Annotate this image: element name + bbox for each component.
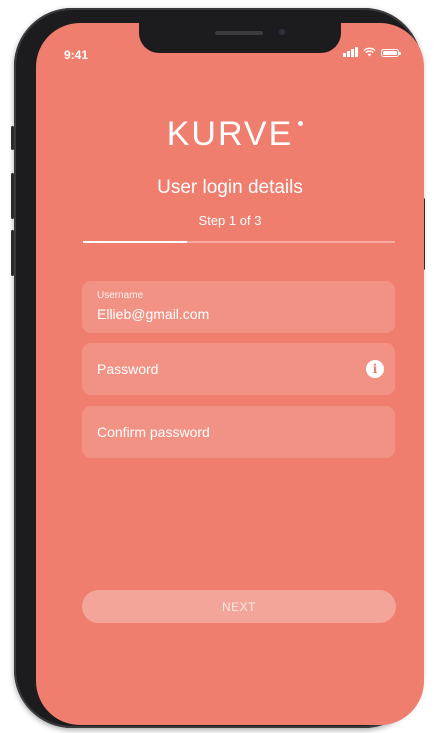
kurve-logo: KURVE xyxy=(36,115,424,154)
notch xyxy=(139,23,341,53)
confirm-password-placeholder: Confirm password xyxy=(97,424,210,440)
wifi-icon xyxy=(362,47,376,57)
battery-icon xyxy=(380,49,401,57)
status-icons xyxy=(343,47,401,57)
volume-down-button xyxy=(11,230,14,276)
username-field[interactable]: Username Ellieb@gmail.com xyxy=(82,281,395,333)
screen: 9:41 KURVE User login details Step 1 of … xyxy=(36,23,424,725)
step-indicator: Step 1 of 3 xyxy=(198,213,262,228)
speaker xyxy=(215,31,263,35)
page-title: User login details xyxy=(157,177,303,198)
side-button xyxy=(11,126,14,150)
password-field[interactable]: Password i xyxy=(82,343,395,395)
progress-bar xyxy=(83,241,395,243)
password-placeholder: Password xyxy=(97,361,159,377)
phone-frame: 9:41 KURVE User login details Step 1 of … xyxy=(11,8,425,728)
volume-up-button xyxy=(11,173,14,219)
next-button[interactable]: NEXT xyxy=(82,590,396,623)
status-time: 9:41 xyxy=(64,48,89,62)
username-label: Username xyxy=(97,290,144,301)
logo-dot-icon xyxy=(298,121,304,126)
progress-fill xyxy=(83,241,187,243)
confirm-password-field[interactable]: Confirm password xyxy=(82,406,395,458)
logo-text: KURVE xyxy=(166,115,294,153)
home-indicator xyxy=(166,711,294,715)
username-value[interactable]: Ellieb@gmail.com xyxy=(97,306,209,322)
info-icon[interactable]: i xyxy=(366,360,384,378)
front-camera xyxy=(279,29,285,35)
signal-icon xyxy=(343,47,358,57)
